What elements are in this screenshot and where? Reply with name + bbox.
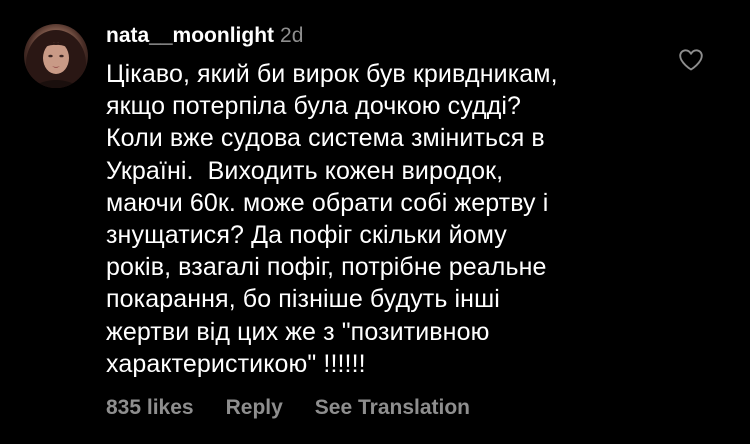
like-button[interactable] [678, 48, 704, 72]
comment-text: Цікаво, який би вирок був кривдникам, як… [106, 60, 558, 378]
avatar-image [26, 30, 86, 88]
comment-timestamp: 2d [280, 24, 304, 47]
avatar[interactable] [24, 24, 88, 88]
username-link[interactable]: nata__moonlight [106, 24, 274, 47]
likes-count[interactable]: 835 likes [106, 396, 194, 419]
see-translation-button[interactable]: See Translation [315, 396, 470, 419]
reply-button[interactable]: Reply [226, 396, 283, 419]
comment: nata__moonlight 2d Цікаво, який би вирок … [0, 0, 750, 444]
heart-outline-icon [679, 49, 703, 71]
comment-actions: 835 likes Reply See Translation [106, 396, 502, 420]
comment-header: nata__moonlight 2d [106, 22, 676, 50]
comment-body: nata__moonlight 2d Цікаво, який би вирок … [106, 22, 676, 380]
